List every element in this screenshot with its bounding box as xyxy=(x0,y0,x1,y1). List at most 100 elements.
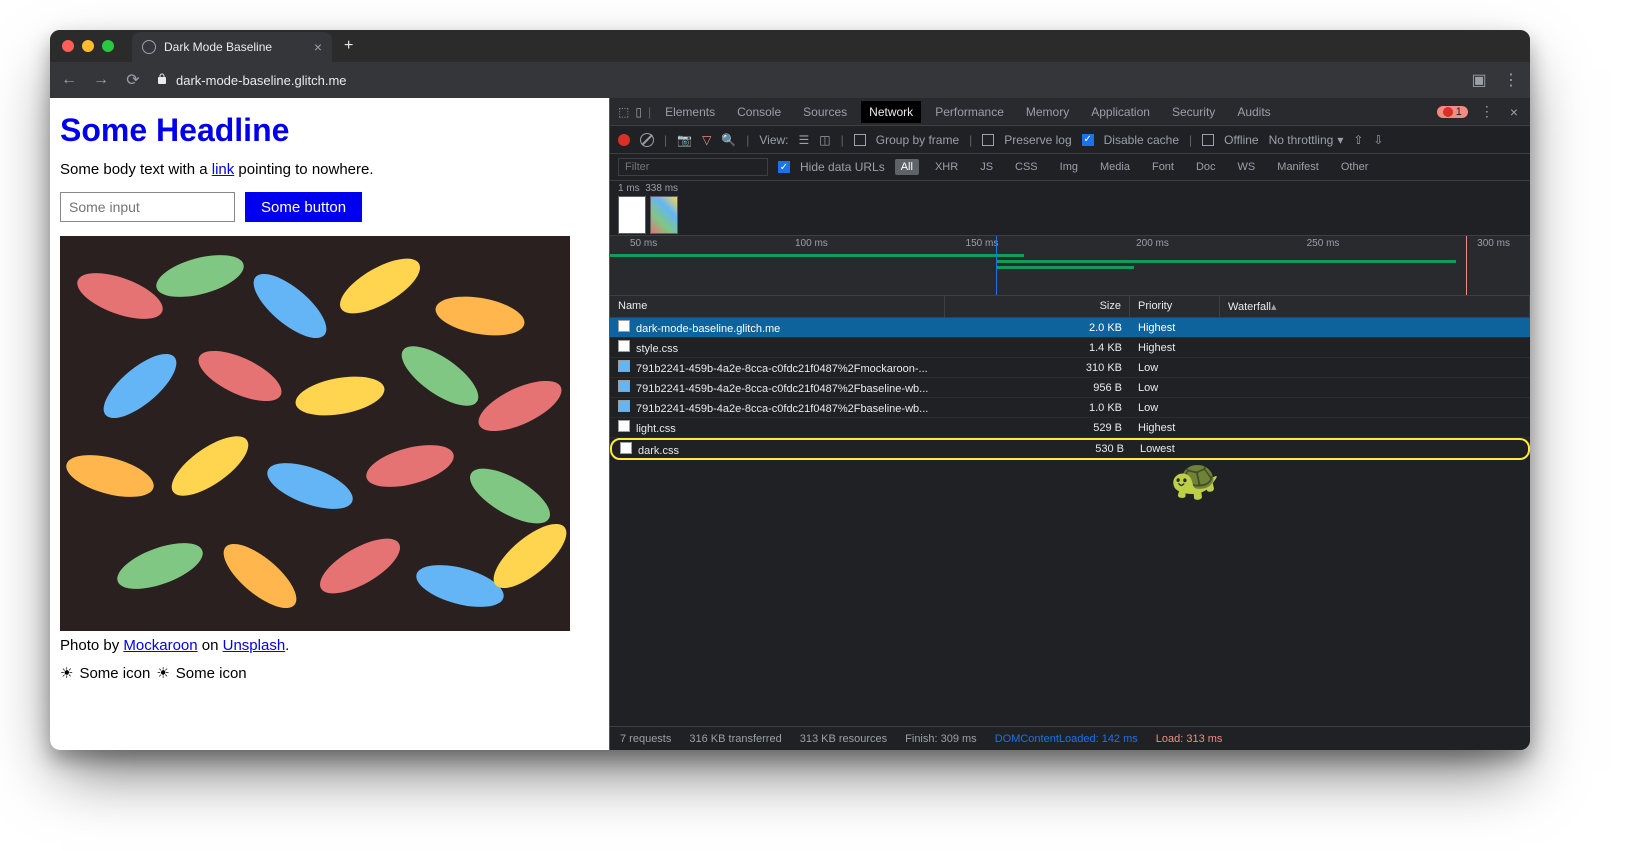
filter-doc[interactable]: Doc xyxy=(1190,159,1222,175)
filter-all[interactable]: All xyxy=(895,159,919,175)
filter-icon[interactable]: ▽ xyxy=(702,133,711,147)
hero-image xyxy=(60,236,570,631)
table-row[interactable]: dark-mode-baseline.glitch.me2.0 KBHighes… xyxy=(610,318,1530,338)
col-priority[interactable]: Priority xyxy=(1130,296,1220,317)
lock-icon xyxy=(156,73,168,88)
status-finish: Finish: 309 ms xyxy=(905,733,977,745)
forward-button[interactable]: → xyxy=(92,71,110,89)
devtools-close-icon[interactable]: × xyxy=(1506,104,1522,120)
icon-row: ☀Some icon ☀Some icon xyxy=(60,664,599,682)
filter-css[interactable]: CSS xyxy=(1009,159,1044,175)
col-size[interactable]: Size xyxy=(945,296,1130,317)
table-row[interactable]: 791b2241-459b-4a2e-8cca-c0fdc21f0487%2Fb… xyxy=(610,398,1530,418)
download-icon[interactable]: ⇩ xyxy=(1373,133,1383,147)
view-label: View: xyxy=(759,133,788,147)
new-tab-button[interactable]: + xyxy=(344,37,353,55)
clear-button[interactable] xyxy=(640,133,654,147)
tab-title: Dark Mode Baseline xyxy=(164,40,272,54)
disable-cache-checkbox[interactable]: ✓ xyxy=(1082,134,1094,146)
network-table: Name Size Priority Waterfall▴ dark-mode-… xyxy=(610,296,1530,726)
filter-img[interactable]: Img xyxy=(1054,159,1084,175)
devtools-tabs: ⬚ ▯ | Elements Console Sources Network P… xyxy=(610,98,1530,126)
col-name[interactable]: Name xyxy=(610,296,945,317)
filter-other[interactable]: Other xyxy=(1335,159,1375,175)
screenshot-icon[interactable]: 📷 xyxy=(677,133,692,147)
tab-sources[interactable]: Sources xyxy=(795,101,855,123)
filter-row: ✓Hide data URLs All XHR JS CSS Img Media… xyxy=(610,154,1530,181)
url-bar: ← → ⟳ dark-mode-baseline.glitch.me ▣ ⋮ xyxy=(50,62,1530,98)
status-load: Load: 313 ms xyxy=(1156,733,1223,745)
browser-tab[interactable]: Dark Mode Baseline × xyxy=(132,32,332,62)
tab-console[interactable]: Console xyxy=(729,101,789,123)
network-toolbar: | 📷 ▽ 🔍 | View: ☰ ◫ | Group by frame | P… xyxy=(610,126,1530,154)
col-waterfall[interactable]: Waterfall▴ xyxy=(1220,296,1530,317)
form-row: Some button xyxy=(60,192,599,222)
close-tab-icon[interactable]: × xyxy=(314,39,322,55)
page-headline: Some Headline xyxy=(60,112,599,149)
status-requests: 7 requests xyxy=(620,733,671,745)
back-button[interactable]: ← xyxy=(60,71,78,89)
profile-icon[interactable]: ▣ xyxy=(1470,70,1488,90)
status-resources: 313 KB resources xyxy=(800,733,887,745)
filter-font[interactable]: Font xyxy=(1146,159,1180,175)
preserve-checkbox[interactable] xyxy=(982,134,994,146)
filter-js[interactable]: JS xyxy=(974,159,999,175)
tab-application[interactable]: Application xyxy=(1083,101,1158,123)
table-row[interactable]: 791b2241-459b-4a2e-8cca-c0fdc21f0487%2Fm… xyxy=(610,358,1530,378)
sun-icon: ☀ xyxy=(156,664,169,682)
filter-input[interactable] xyxy=(618,158,768,176)
page-content: Some Headline Some body text with a link… xyxy=(50,98,610,750)
hide-urls-checkbox[interactable]: ✓ xyxy=(778,161,790,173)
error-badge[interactable]: 1 xyxy=(1437,106,1468,118)
address-field[interactable]: dark-mode-baseline.glitch.me xyxy=(156,73,1456,88)
upload-icon[interactable]: ⇧ xyxy=(1353,133,1363,147)
image-caption: Photo by Mockaroon on Unsplash. xyxy=(60,637,599,654)
filter-ws[interactable]: WS xyxy=(1232,159,1262,175)
primary-button[interactable]: Some button xyxy=(245,192,362,222)
globe-icon xyxy=(142,40,156,54)
tab-memory[interactable]: Memory xyxy=(1018,101,1077,123)
status-bar: 7 requests 316 KB transferred 313 KB res… xyxy=(610,726,1530,750)
devtools-menu-icon[interactable]: ⋮ xyxy=(1476,103,1498,120)
filmstrip-thumb[interactable] xyxy=(650,196,678,234)
filter-manifest[interactable]: Manifest xyxy=(1271,159,1325,175)
minimize-window-button[interactable] xyxy=(82,40,94,52)
close-window-button[interactable] xyxy=(62,40,74,52)
tab-elements[interactable]: Elements xyxy=(657,101,723,123)
record-button[interactable] xyxy=(618,134,630,146)
text-input[interactable] xyxy=(60,192,235,222)
throttle-select[interactable]: No throttling ▾ xyxy=(1269,133,1344,147)
search-icon[interactable]: 🔍 xyxy=(721,133,736,147)
maximize-window-button[interactable] xyxy=(102,40,114,52)
table-header: Name Size Priority Waterfall▴ xyxy=(610,296,1530,318)
table-row[interactable]: style.css1.4 KBHighest xyxy=(610,338,1530,358)
reload-button[interactable]: ⟳ xyxy=(124,70,142,90)
site-link[interactable]: Unsplash xyxy=(223,637,286,654)
menu-icon[interactable]: ⋮ xyxy=(1502,70,1520,90)
overview-timeline[interactable]: 50 ms 100 ms 150 ms 200 ms 250 ms 300 ms xyxy=(610,236,1530,296)
table-row[interactable]: 791b2241-459b-4a2e-8cca-c0fdc21f0487%2Fb… xyxy=(610,378,1530,398)
view-large-icon[interactable]: ◫ xyxy=(819,133,830,147)
devtools-panel: ⬚ ▯ | Elements Console Sources Network P… xyxy=(610,98,1530,750)
status-transferred: 316 KB transferred xyxy=(689,733,781,745)
sun-icon: ☀ xyxy=(60,664,73,682)
table-row[interactable]: dark.css530 BLowest xyxy=(610,438,1530,460)
body-link[interactable]: link xyxy=(212,161,235,178)
group-checkbox[interactable] xyxy=(854,134,866,146)
filmstrip-thumb[interactable] xyxy=(618,196,646,234)
device-icon[interactable]: ▯ xyxy=(635,105,642,119)
table-row[interactable]: light.css529 BHighest xyxy=(610,418,1530,438)
body-text: Some body text with a link pointing to n… xyxy=(60,161,599,178)
filter-media[interactable]: Media xyxy=(1094,159,1136,175)
titlebar: Dark Mode Baseline × + xyxy=(50,30,1530,62)
offline-checkbox[interactable] xyxy=(1202,134,1214,146)
tab-network[interactable]: Network xyxy=(861,101,921,123)
inspect-icon[interactable]: ⬚ xyxy=(618,105,629,119)
tab-security[interactable]: Security xyxy=(1164,101,1223,123)
author-link[interactable]: Mockaroon xyxy=(123,637,197,654)
view-list-icon[interactable]: ☰ xyxy=(799,133,810,147)
filter-xhr[interactable]: XHR xyxy=(929,159,964,175)
tab-performance[interactable]: Performance xyxy=(927,101,1012,123)
tab-audits[interactable]: Audits xyxy=(1229,101,1278,123)
main-area: Some Headline Some body text with a link… xyxy=(50,98,1530,750)
